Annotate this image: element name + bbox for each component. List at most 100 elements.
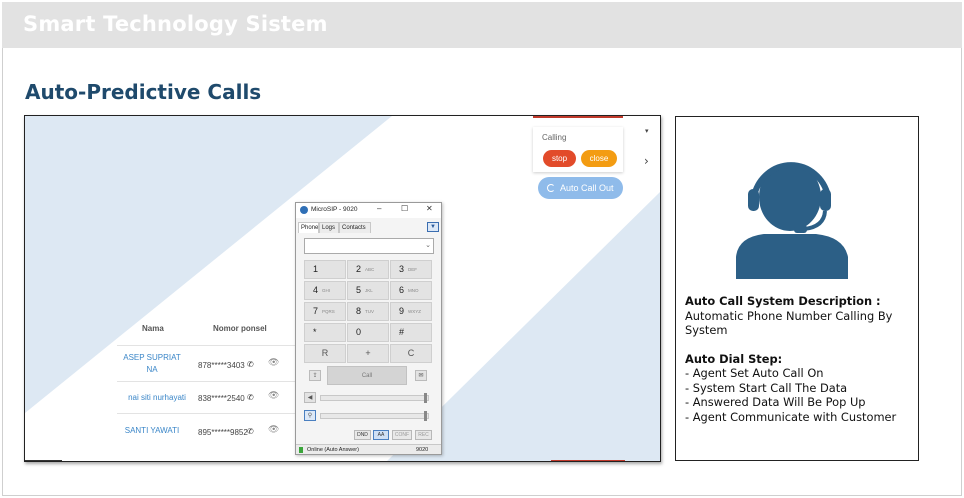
microphone-volume-slider[interactable]: [320, 411, 429, 421]
record-button[interactable]: REC: [415, 430, 432, 440]
top-accent-line: [533, 116, 623, 118]
online-status-icon: [299, 447, 303, 453]
key-digit: 4: [313, 285, 319, 295]
keypad-key[interactable]: 9 WXYZ: [390, 302, 432, 321]
description-panel: Auto Call System Description : Automatic…: [675, 116, 919, 461]
speaker-volume-slider[interactable]: [320, 393, 429, 403]
key-letters: ABC: [365, 267, 375, 272]
key-letters: GHI: [322, 288, 331, 293]
key-digit: *: [313, 327, 317, 337]
auto-answer-button[interactable]: AA: [373, 430, 389, 440]
keypad-key[interactable]: 0: [347, 323, 389, 342]
tab-phone[interactable]: Phone: [298, 222, 319, 233]
step-item: - Answered Data Will Be Pop Up: [685, 395, 866, 409]
description-heading: Auto Call System Description :: [685, 294, 881, 308]
column-header-name: Nama: [142, 324, 164, 333]
keypad-key[interactable]: 4 GHI: [304, 281, 346, 300]
tab-contacts[interactable]: Contacts: [339, 222, 371, 233]
keypad-key[interactable]: R: [304, 344, 346, 363]
call-bar: [304, 366, 434, 385]
chevron-right-icon[interactable]: ›: [644, 154, 649, 168]
key-letters: JKL: [365, 288, 373, 293]
contact-name[interactable]: ASEP SUPRIAT NA: [121, 352, 183, 376]
key-digit: R: [321, 348, 329, 358]
microphone-icon[interactable]: ⚲: [304, 410, 316, 421]
chevron-down-icon[interactable]: ⌄: [425, 241, 431, 249]
steps-heading: Auto Dial Step:: [685, 351, 783, 366]
description-text: Auto Call System Description : Automatic…: [685, 294, 915, 424]
key-digit: 8: [356, 306, 362, 316]
auto-call-screenshot: Calling stop close ▾ › Auto Call Out Nam…: [24, 115, 661, 462]
eye-icon[interactable]: 👁: [268, 391, 279, 401]
key-digit: C: [407, 348, 415, 358]
dial-input[interactable]: ⌄: [304, 238, 434, 254]
keypad-key[interactable]: 1: [304, 260, 346, 279]
stop-button[interactable]: stop: [543, 150, 576, 167]
bottom-line-right: [551, 460, 625, 461]
microsip-window: MicroSIP - 9020 – ☐ ✕ Phone Logs Contact…: [295, 202, 442, 455]
phone-icon[interactable]: ✆: [247, 427, 254, 436]
phone-icon[interactable]: ✆: [247, 360, 254, 369]
keypad-key[interactable]: +: [347, 344, 389, 363]
step-item: - Agent Set Auto Call On: [685, 366, 824, 380]
keypad-key[interactable]: #: [390, 323, 432, 342]
keypad-key[interactable]: *: [304, 323, 346, 342]
header-bar: Smart Technology Sistem: [2, 2, 962, 48]
minimize-icon[interactable]: –: [377, 204, 381, 213]
description-body: Automatic Phone Number Calling By System: [685, 308, 893, 338]
key-digit: 7: [313, 306, 319, 316]
keypad-key[interactable]: C: [390, 344, 432, 363]
key-letters: DEF: [408, 267, 417, 272]
status-bar: Online (Auto Answer) 9020: [296, 444, 441, 454]
spinner-icon: [547, 184, 555, 192]
key-digit: #: [399, 327, 405, 337]
column-header-phone: Nomor ponsel: [213, 324, 267, 333]
contact-name[interactable]: SANTI YAWATI: [121, 425, 183, 437]
key-digit: 9: [399, 306, 405, 316]
speaker-icon[interactable]: ◀: [304, 392, 316, 403]
step-item: - Agent Communicate with Customer: [685, 409, 897, 424]
contact-name[interactable]: nai siti nurhayati: [120, 392, 194, 404]
tab-logs[interactable]: Logs: [319, 222, 339, 233]
microsip-titlebar: MicroSIP - 9020 – ☐ ✕: [296, 203, 441, 218]
dnd-button[interactable]: DND: [354, 430, 371, 440]
contact-phone: 895******9852: [198, 428, 248, 437]
brand-title: Smart Technology Sistem: [23, 12, 328, 36]
key-digit: 3: [399, 264, 405, 274]
maximize-icon[interactable]: ☐: [401, 204, 408, 213]
close-icon[interactable]: ✕: [426, 204, 433, 213]
key-digit: 6: [399, 285, 405, 295]
keypad-key[interactable]: 6 MNO: [390, 281, 432, 300]
keypad-key[interactable]: 8 TUV: [347, 302, 389, 321]
key-digit: +: [365, 348, 371, 358]
caret-down-icon: ▾: [645, 127, 649, 135]
phone-icon[interactable]: ✆: [247, 393, 254, 402]
row-divider: [117, 345, 297, 346]
calling-label: Calling: [542, 133, 567, 142]
extension-number: 9020: [416, 447, 429, 453]
auto-call-out-label: Auto Call Out: [560, 183, 614, 193]
eye-icon[interactable]: 👁: [268, 425, 279, 435]
close-button[interactable]: close: [581, 150, 617, 167]
bottom-line-left: [25, 460, 62, 461]
slider-thumb[interactable]: [424, 393, 427, 403]
keypad-key[interactable]: 7 PQRS: [304, 302, 346, 321]
key-letters: MNO: [408, 288, 419, 293]
calling-popup: Calling stop close: [533, 127, 623, 172]
key-letters: WXYZ: [408, 309, 421, 314]
tab-menu-dropdown-icon[interactable]: ▼: [427, 222, 439, 232]
call-agent-headset-icon: [736, 162, 848, 279]
eye-icon[interactable]: 👁: [268, 358, 279, 368]
contact-phone: 878*****3403: [198, 361, 245, 370]
key-letters: PQRS: [322, 309, 335, 314]
conference-button[interactable]: CONF: [392, 430, 412, 440]
contact-phone: 838*****2540: [198, 394, 245, 403]
auto-call-out-button[interactable]: Auto Call Out: [538, 177, 623, 199]
slider-thumb[interactable]: [424, 411, 427, 421]
key-digit: 2: [356, 264, 362, 274]
key-digit: 1: [313, 264, 319, 274]
keypad-key[interactable]: 2 ABC: [347, 260, 389, 279]
keypad-key[interactable]: 3 DEF: [390, 260, 432, 279]
key-digit: 5: [356, 285, 362, 295]
keypad-key[interactable]: 5 JKL: [347, 281, 389, 300]
